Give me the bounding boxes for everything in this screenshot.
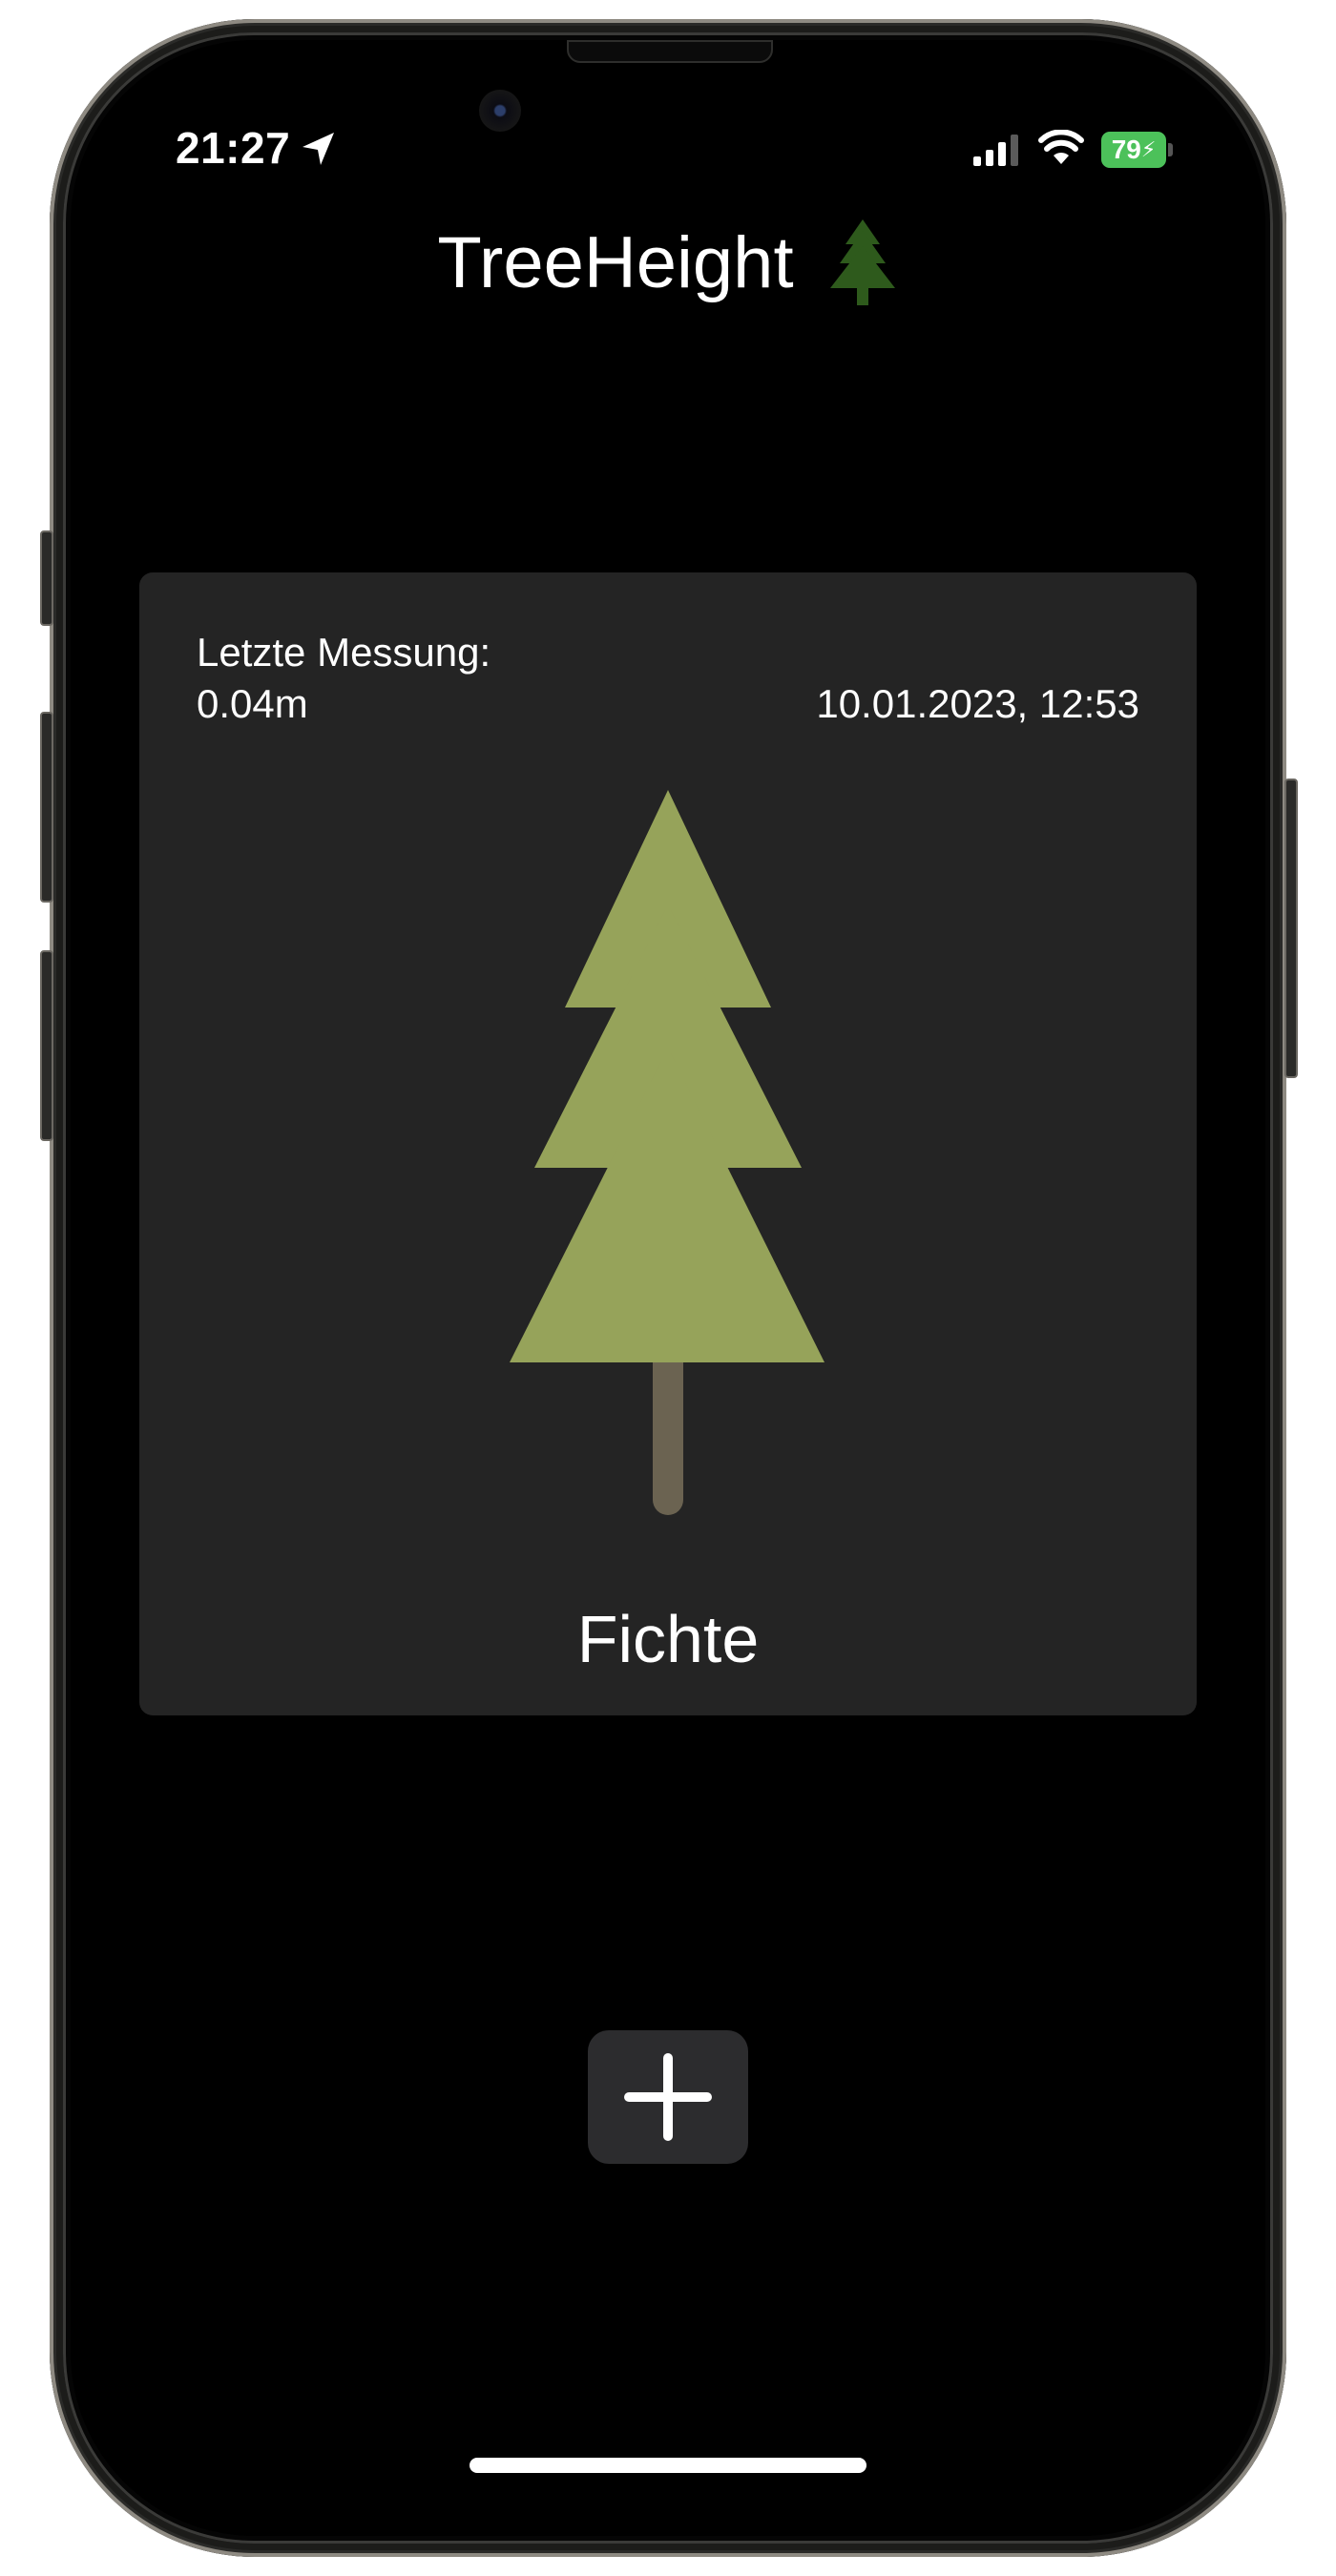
volume-down-button [40,950,53,1141]
charging-bolt-icon: ⚡ [1140,137,1157,161]
add-measurement-button[interactable] [588,2030,748,2164]
wifi-icon [1038,130,1084,164]
battery-percent: 79 [1111,135,1141,164]
cellular-signal-icon [973,135,1018,166]
battery-charging-icon: 79 ⚡ [1101,132,1166,168]
power-button [1284,779,1298,1078]
earpiece-speaker [567,40,773,63]
spruce-tree-icon [510,790,825,1515]
front-camera [479,90,521,132]
mute-switch [40,530,53,626]
app-header: TreeHeight [0,210,1336,315]
app-title: TreeHeight [437,221,794,303]
measurement-timestamp: 10.01.2023, 12:53 [816,681,1139,726]
last-measurement-value: 0.04m [197,681,308,726]
evergreen-tree-icon [829,219,895,305]
home-indicator[interactable] [470,2458,866,2473]
last-measurement-label: Letzte Messung: [197,630,491,675]
battery-tip [1168,143,1173,156]
plus-icon [624,2053,712,2141]
location-arrow-icon [303,133,334,165]
volume-up-button [40,712,53,903]
tree-type-label: Fichte [576,1602,760,1676]
status-time: 21:27 [176,123,291,173]
measurement-card[interactable]: Letzte Messung: 0.04m 10.01.2023, 12:53 … [139,572,1197,1715]
